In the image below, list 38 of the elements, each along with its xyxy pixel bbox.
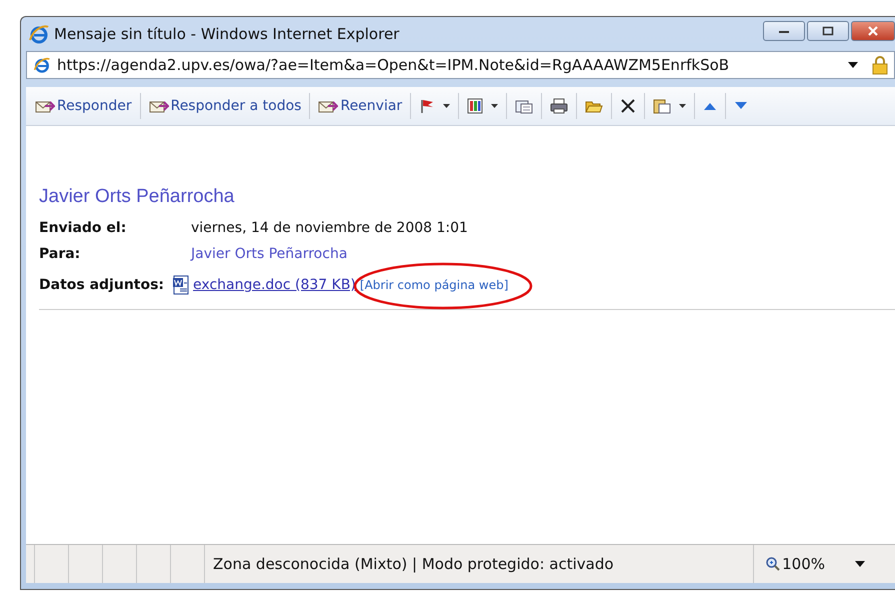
- print-icon: [550, 98, 568, 114]
- toolbar-button[interactable]: Responder a todos: [144, 92, 306, 120]
- recipient-link[interactable]: Javier Orts Peñarrocha: [191, 246, 348, 262]
- maximize-icon: [822, 26, 834, 36]
- caret-icon: [679, 104, 686, 108]
- page-icon: [33, 56, 51, 74]
- dropdown-arrow-icon[interactable]: [855, 561, 865, 567]
- address-bar[interactable]: https://agenda2.upv.es/owa/?ae=Item&a=Open&t=IPM.Note&id=RgAAAAWZM5EnrfkSoB: [26, 51, 895, 79]
- caret-icon: [491, 104, 498, 108]
- magnifier-icon: [766, 557, 780, 571]
- up-arrow-icon: [703, 101, 718, 111]
- down-arrow-icon: [734, 101, 748, 111]
- url-text: https://agenda2.upv.es/owa/?ae=Item&a=Open&t=IPM.Note&id=RgAAAAWZM5EnrfkSoB: [57, 56, 730, 74]
- message-icon: [515, 98, 534, 114]
- attachment-link[interactable]: exchange.doc (837 KB): [193, 277, 356, 293]
- zoom-control[interactable]: 100%: [754, 555, 833, 573]
- word-document-icon: [172, 275, 190, 295]
- toolbar-button[interactable]: Responder: [30, 92, 137, 120]
- caret-icon: [443, 104, 450, 108]
- minimize-icon: [778, 28, 790, 34]
- close-icon: [620, 98, 636, 114]
- toolbar-button[interactable]: Reenviar: [313, 92, 408, 120]
- field-label: Para:: [39, 246, 82, 262]
- browser-logo-icon: [28, 23, 50, 45]
- paste-icon: [653, 98, 672, 114]
- flag-icon: [419, 98, 436, 114]
- security-zone-text: Zona desconocida (Mixto) | Modo protegido: activado: [205, 545, 754, 583]
- minimize-button[interactable]: [763, 21, 805, 41]
- field-value: viernes, 14 de noviembre de 2008 1:01: [191, 220, 468, 236]
- sender-name: Javier Orts Peñarrocha: [39, 186, 236, 208]
- field-label: Enviado el:: [39, 220, 128, 236]
- maximize-button[interactable]: [807, 21, 849, 41]
- field-label: Datos adjuntos:: [39, 277, 164, 293]
- window-title: Mensaje sin título - Windows Internet Explorer: [54, 25, 400, 43]
- categories-icon: [467, 98, 484, 114]
- dropdown-arrow-icon[interactable]: [848, 62, 858, 68]
- lock-icon: [872, 55, 888, 75]
- close-icon: [867, 26, 879, 36]
